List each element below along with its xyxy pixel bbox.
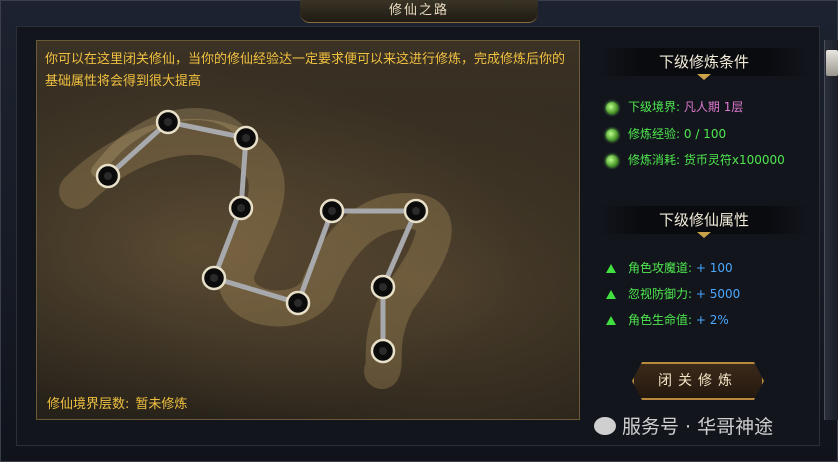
condition-key: 修炼消耗: — [628, 153, 681, 167]
condition-exp: 修炼经验: 0 / 100 — [606, 125, 726, 142]
conditions-heading: 下级修炼条件 — [598, 48, 810, 80]
cultivation-node[interactable] — [233, 125, 259, 151]
cultivation-node[interactable] — [370, 338, 396, 364]
attribute-value: + 5000 — [695, 287, 741, 301]
condition-value: 0 / 100 — [683, 127, 727, 141]
condition-value: 货币灵符x100000 — [683, 153, 785, 167]
map-path-layer — [59, 108, 452, 389]
arrow-up-icon — [606, 316, 616, 325]
attribute-ignore-defense: 忽视防御力: + 5000 — [606, 285, 740, 302]
cultivate-button[interactable]: 闭关修炼 — [632, 362, 764, 400]
gem-icon — [606, 128, 618, 141]
attribute-key: 角色攻魔道: — [628, 261, 693, 275]
attribute-key: 角色生命值: — [628, 313, 693, 327]
chevron-down-icon — [697, 74, 711, 80]
gem-icon — [606, 154, 618, 167]
attribute-attack: 角色攻魔道: + 100 — [606, 259, 733, 276]
attributes-heading-text: 下级修仙属性 — [658, 211, 749, 229]
cultivation-node[interactable] — [319, 198, 345, 224]
watermark: 服务号 · 华哥神途 — [594, 412, 773, 439]
realm-level: 修仙境界层数: 暂未修炼 — [47, 393, 187, 412]
intro-text: 你可以在这里闭关修仙，当你的修仙经验达一定要求便可以来这进行修炼，完成修炼后你的… — [45, 52, 566, 89]
attribute-hp: 角色生命值: + 2% — [606, 311, 729, 328]
arrow-up-icon — [606, 290, 616, 299]
condition-next-realm: 下级境界: 凡人期 1层 — [606, 98, 743, 115]
condition-cost: 修炼消耗: 货币灵符x100000 — [606, 151, 785, 168]
realm-label: 修仙境界层数: — [47, 397, 130, 412]
arrow-up-icon — [606, 264, 616, 273]
cultivation-node[interactable] — [370, 274, 396, 300]
cultivation-node[interactable] — [403, 198, 429, 224]
cultivation-node[interactable] — [201, 265, 227, 291]
side-rail — [824, 40, 838, 420]
side-handle[interactable] — [826, 50, 838, 76]
condition-value: 凡人期 1层 — [683, 100, 744, 114]
condition-key: 下级境界: — [628, 100, 681, 114]
cultivation-map: 你可以在这里闭关修仙，当你的修仙经验达一定要求便可以来这进行修炼，完成修炼后你的… — [36, 40, 580, 420]
conditions-heading-text: 下级修炼条件 — [658, 53, 749, 71]
cultivation-node[interactable] — [285, 290, 311, 316]
window-title: 修仙之路 — [300, 0, 538, 23]
attribute-key: 忽视防御力: — [628, 287, 693, 301]
condition-key: 修炼经验: — [628, 127, 681, 141]
attribute-value: + 2% — [695, 313, 729, 327]
chevron-down-icon — [697, 232, 711, 238]
watermark-text: 服务号 · 华哥神途 — [622, 416, 774, 438]
cultivation-node[interactable] — [95, 163, 121, 189]
attributes-heading: 下级修仙属性 — [598, 206, 810, 238]
cultivation-node[interactable] — [228, 195, 254, 221]
wechat-icon — [594, 417, 616, 435]
cultivation-node[interactable] — [155, 109, 181, 135]
attribute-value: + 100 — [695, 261, 733, 275]
realm-value: 暂未修炼 — [135, 397, 188, 412]
gem-icon — [606, 101, 618, 114]
